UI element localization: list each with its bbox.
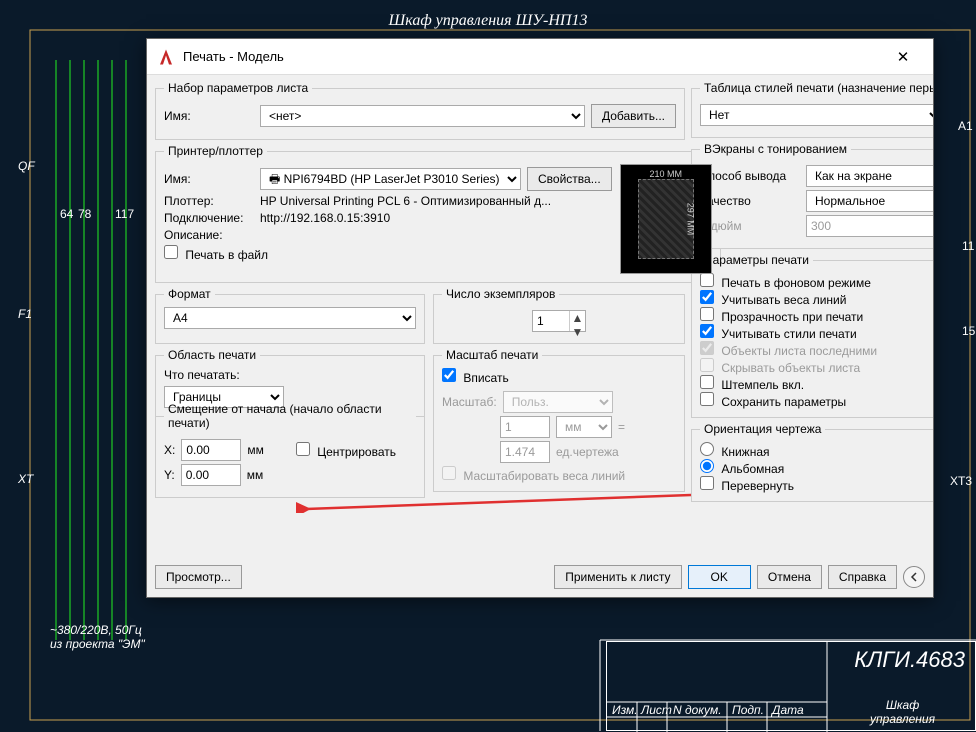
plot-scale-group: Масштаб печати Вписать Масштаб: Польз. м…	[433, 348, 685, 492]
dialog-title: Печать - Модель	[183, 49, 883, 64]
titlebar: Печать - Модель ✕	[147, 39, 933, 75]
fit-to-paper-check[interactable]: Вписать	[442, 371, 509, 385]
shade-mode-select[interactable]: Как на экране	[806, 165, 933, 187]
svg-text:15: 15	[962, 324, 976, 338]
svg-text:XT: XT	[17, 472, 35, 486]
pageset-name-label: Имя:	[164, 109, 254, 123]
paper-size-select[interactable]: A4	[164, 307, 416, 329]
offset-group: Смещение от начала (начало области печат…	[155, 402, 425, 498]
svg-text:Лист: Лист	[640, 703, 672, 717]
svg-text:78: 78	[78, 207, 92, 221]
cancel-button[interactable]: Отмена	[757, 565, 822, 589]
opt-plot-stamp-check[interactable]: Штемпель вкл.	[700, 378, 804, 392]
dpi-input	[806, 215, 933, 237]
scale-unit-select[interactable]: мм	[556, 416, 612, 438]
autocad-logo-icon	[157, 48, 175, 66]
opt-save-changes-check[interactable]: Сохранить параметры	[700, 395, 846, 409]
ok-button[interactable]: OK	[688, 565, 751, 589]
plotstyle-group: Таблица стилей печати (назначение перьев…	[691, 81, 933, 138]
dialog-buttons: Просмотр... Применить к листу OK Отмена …	[147, 557, 933, 597]
shade-quality-select[interactable]: Нормальное	[806, 190, 933, 212]
center-plot-check[interactable]: Центрировать	[296, 442, 396, 459]
help-button[interactable]: Справка	[828, 565, 897, 589]
printer-group: Принтер/плоттер Имя: 🖶 NPI6794BD (HP Las…	[155, 144, 721, 283]
printer-props-button[interactable]: Свойства...	[527, 167, 612, 191]
opt-lineweights-check[interactable]: Учитывать веса линий	[700, 293, 846, 307]
offset-y-input[interactable]	[181, 464, 241, 486]
orient-landscape-radio[interactable]: Альбомная	[700, 462, 784, 476]
orient-portrait-radio[interactable]: Книжная	[700, 445, 770, 459]
cad-drawing-title: Шкаф управления ШУ-НП13	[389, 12, 588, 30]
svg-text:Подп.: Подп.	[732, 703, 764, 717]
scale-unit-input	[500, 416, 550, 438]
scale-drawing-input	[500, 441, 550, 463]
cad-info: ~380/220В, 50Гц из проекта "ЭМ"	[50, 623, 145, 651]
pageset-group: Набор параметров листа Имя: <нет> Добави…	[155, 81, 685, 140]
opt-hide-paperspace-check: Скрывать объекты листа	[700, 361, 860, 375]
orient-upside-check[interactable]: Перевернуть	[700, 479, 794, 493]
plot-to-file-check[interactable]: Печать в файл	[164, 245, 268, 262]
cad-titleblock: КЛГИ.4683 Шкаф управления Изм. Лист N до…	[606, 641, 976, 731]
svg-text:F1: F1	[18, 307, 32, 321]
preview-button[interactable]: Просмотр...	[155, 565, 242, 589]
copies-spinner[interactable]: ▲▼	[532, 310, 586, 332]
print-dialog: Печать - Модель ✕ Набор параметров листа…	[146, 38, 934, 598]
apply-to-layout-button[interactable]: Применить к листу	[554, 565, 681, 589]
plotstyle-select[interactable]: Нет	[700, 104, 933, 126]
pageset-add-button[interactable]: Добавить...	[591, 104, 676, 128]
svg-text:Дата: Дата	[770, 703, 804, 717]
shaded-viewport-group: ВЭкраны с тонированием Способ выводаКак …	[691, 142, 933, 249]
svg-text:64: 64	[60, 207, 74, 221]
plot-options-group: Параметры печати Печать в фоновом режиме…	[691, 253, 933, 418]
scale-lineweights-check: Масштабировать веса линий	[442, 469, 625, 483]
scale-select: Польз.	[503, 391, 613, 413]
orientation-group: Ориентация чертежа Книжная Альбомная Пер…	[691, 422, 933, 502]
opt-transparency-check[interactable]: Прозрачность при печати	[700, 310, 863, 324]
opt-background-check[interactable]: Печать в фоновом режиме	[700, 276, 871, 290]
svg-text:N докум.: N докум.	[673, 703, 722, 717]
printer-select[interactable]: 🖶 NPI6794BD (HP LaserJet P3010 Series)	[260, 168, 521, 190]
opt-plotstyles-check[interactable]: Учитывать стили печати	[700, 327, 857, 341]
expand-dialog-button[interactable]	[903, 566, 925, 588]
svg-text:QF: QF	[18, 159, 35, 173]
paper-preview: 210 MM 297 MM	[620, 164, 712, 274]
svg-text:XT3: XT3	[950, 474, 972, 488]
paper-group: Формат A4	[155, 287, 425, 344]
svg-text:11: 11	[962, 239, 975, 253]
opt-paperspace-last-check: Объекты листа последними	[700, 344, 877, 358]
svg-text:A1: A1	[958, 119, 973, 133]
copies-group: Число экземпляров ▲▼	[433, 287, 685, 344]
pageset-name-select[interactable]: <нет>	[260, 105, 585, 127]
offset-x-input[interactable]	[181, 439, 241, 461]
close-button[interactable]: ✕	[883, 42, 923, 72]
svg-text:117: 117	[115, 207, 134, 221]
svg-text:Изм.: Изм.	[612, 703, 638, 717]
